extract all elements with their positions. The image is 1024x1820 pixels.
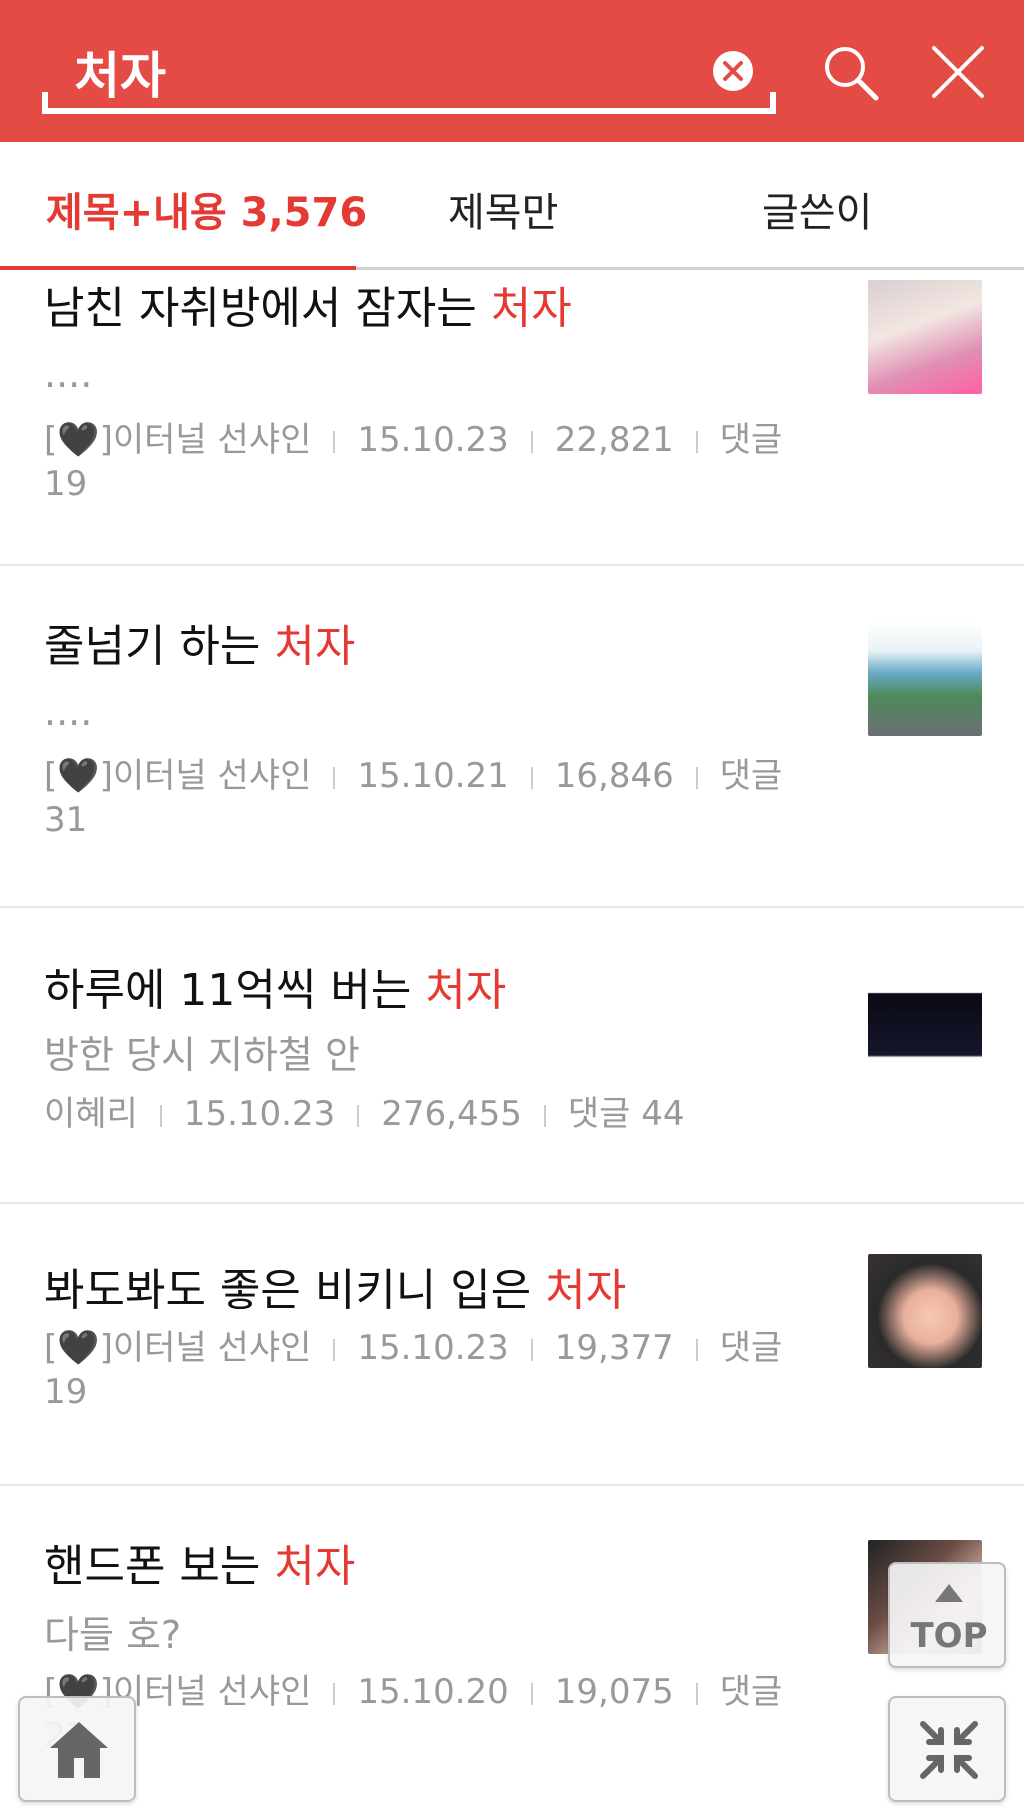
view-count: 19,075 — [554, 1672, 674, 1712]
title-text: 줄넘기 하는 — [44, 621, 275, 672]
scroll-top-button[interactable]: TOP — [888, 1562, 1006, 1668]
list-item[interactable]: 봐도봐도 좋은 비키니 입은 처자 [🖤]이터널 선샤인 15.10.23 19,3… — [0, 1204, 1024, 1486]
item-title[interactable]: 봐도봐도 좋은 비키니 입은 처자 — [44, 1254, 626, 1318]
title-highlight: 처자 — [545, 1265, 627, 1316]
title-text: 하루에 11억씩 버는 — [44, 965, 426, 1016]
post-date: 15.10.23 — [357, 420, 509, 460]
collapse-icon — [920, 1721, 978, 1779]
thumbnail-image[interactable] — [868, 964, 982, 1078]
item-meta: [🖤]이터널 선샤인15.10.2019,075댓글 22 — [44, 1670, 824, 1758]
search-header: 처자 — [0, 0, 1024, 142]
post-date: 15.10.21 — [357, 756, 509, 796]
item-meta: [🖤]이터널 선샤인 15.10.23 22,821 댓글 19 — [44, 418, 824, 506]
view-count: 19,377 — [554, 1328, 674, 1368]
author-name[interactable]: [🖤]이터널 선샤인 — [44, 1328, 311, 1368]
search-filter-tabs: 제목+내용 3,576 제목만 글쓴이 — [0, 142, 1024, 270]
title-highlight: 처자 — [425, 965, 507, 1016]
list-item[interactable]: 핸드폰 보는 처자 다들 호? [🖤]이터널 선샤인 15.10.20 19,075… — [0, 1486, 1024, 1820]
item-snippet: .... — [44, 352, 93, 396]
item-meta: [🖤]이터널 선샤인 15.10.21 16,846 댓글 31 — [44, 754, 824, 842]
top-label: TOP — [910, 1616, 988, 1656]
home-button[interactable] — [18, 1696, 136, 1802]
view-count: 16,846 — [554, 756, 674, 796]
title-text: 남친 자취방에서 잠자는 — [44, 283, 491, 334]
arrow-up-icon — [935, 1584, 963, 1602]
post-date: 15.10.23 — [357, 1328, 509, 1368]
tab-title-only[interactable]: 제목만 — [448, 180, 558, 238]
author-name[interactable]: 이혜리 — [44, 1094, 138, 1134]
list-item[interactable]: 줄넘기 하는 처자 .... [🖤]이터널 선샤인 15.10.21 16,846 댓… — [0, 566, 1024, 908]
collapse-button[interactable] — [888, 1696, 1006, 1802]
list-item[interactable]: 남친 자취방에서 잠자는 처자 .... [🖤]이터널 선샤인 15.10.23 2… — [0, 272, 1024, 566]
title-text: 핸드폰 보는 — [44, 1541, 275, 1592]
item-title[interactable]: 하루에 11억씩 버는 처자 — [44, 954, 506, 1018]
view-count: 276,455 — [381, 1094, 522, 1134]
title-text: 봐도봐도 좋은 비키니 입은 — [44, 1265, 546, 1316]
comment-count: 댓글 44 — [567, 1094, 685, 1134]
search-input[interactable]: 처자 — [42, 30, 776, 114]
title-highlight: 처자 — [274, 621, 356, 672]
view-count: 22,821 — [554, 420, 674, 460]
clear-icon[interactable] — [712, 50, 754, 92]
item-title[interactable]: 핸드폰 보는 처자 — [44, 1530, 355, 1594]
thumbnail-image[interactable] — [868, 622, 982, 736]
title-highlight: 처자 — [490, 283, 572, 334]
item-snippet: .... — [44, 690, 93, 734]
thumbnail-image[interactable] — [868, 280, 982, 394]
item-snippet: 다들 호? — [44, 1613, 182, 1657]
tab-author[interactable]: 글쓴이 — [762, 180, 872, 238]
home-icon — [50, 1722, 108, 1778]
active-tab-indicator — [0, 266, 356, 270]
author-name[interactable]: [🖤]이터널 선샤인 — [44, 420, 311, 460]
search-underline — [42, 92, 776, 114]
author-name[interactable]: [🖤]이터널 선샤인 — [44, 756, 311, 796]
search-icon[interactable] — [820, 42, 880, 102]
item-meta: 이혜리 15.10.23 276,455 댓글 44 — [44, 1092, 824, 1136]
item-snippet: 방한 당시 지하철 안 — [44, 1033, 360, 1077]
post-date: 15.10.20 — [357, 1672, 509, 1712]
post-date: 15.10.23 — [183, 1094, 336, 1134]
list-item[interactable]: 하루에 11억씩 버는 처자 방한 당시 지하철 안 이혜리 15.10.23 27… — [0, 908, 1024, 1204]
tab-title-content[interactable]: 제목+내용 3,576 — [46, 180, 367, 238]
close-icon[interactable] — [930, 44, 986, 100]
thumbnail-image[interactable] — [868, 1254, 982, 1368]
item-title[interactable]: 남친 자취방에서 잠자는 처자 — [44, 272, 572, 336]
title-highlight: 처자 — [274, 1541, 356, 1592]
item-title[interactable]: 줄넘기 하는 처자 — [44, 610, 355, 674]
item-meta: [🖤]이터널 선샤인 15.10.23 19,377 댓글 19 — [44, 1326, 824, 1414]
search-query[interactable]: 처자 — [74, 36, 166, 108]
